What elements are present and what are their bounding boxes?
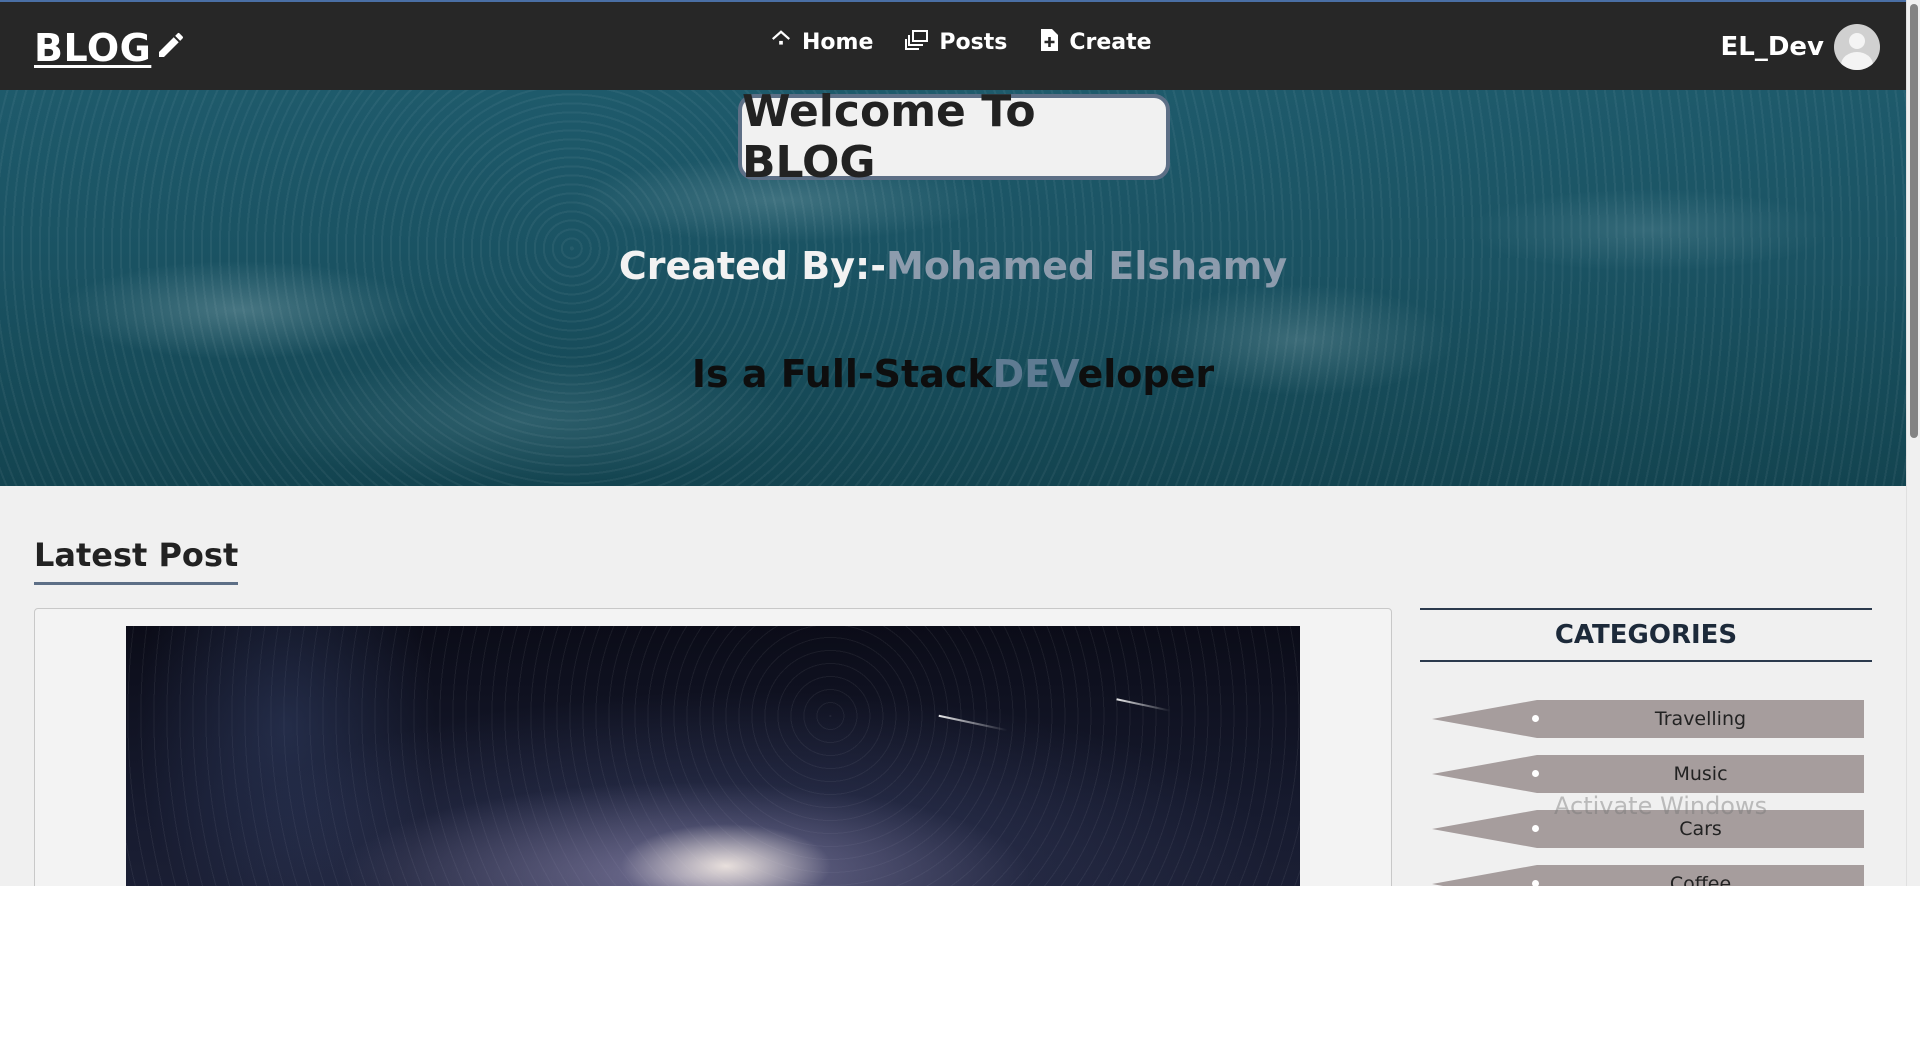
nav-links: Home Posts Create: [770, 28, 1184, 55]
category-label: Travelling: [1654, 708, 1747, 730]
avatar[interactable]: [1834, 24, 1880, 70]
pencil-icon: [159, 32, 184, 57]
scrollbar-thumb[interactable]: [1910, 4, 1918, 438]
nav-create-label: Create: [1069, 30, 1152, 55]
created-by: Created By:-Mohamed Elshamy: [0, 244, 1906, 288]
browser-viewport: BLOG Home Posts Create EL_Dev Welcome To…: [0, 0, 1920, 886]
created-prefix: Created By:-: [618, 244, 887, 288]
logo-link[interactable]: BLOG: [34, 26, 187, 70]
nav-posts-label: Posts: [939, 30, 1008, 55]
category-label: Cars: [1679, 818, 1722, 840]
nav-home-link[interactable]: Home: [770, 29, 874, 55]
categories-title: CATEGORIES: [1554, 620, 1738, 650]
user-menu[interactable]: EL_Dev: [1720, 24, 1880, 70]
tagline: Is a Full-StackDEVeloper: [0, 352, 1906, 396]
post-image[interactable]: [126, 626, 1300, 886]
author-name: Mohamed Elshamy: [886, 244, 1288, 288]
hero-banner: Welcome To BLOG Created By:-Mohamed Elsh…: [0, 86, 1906, 486]
categories-header: CATEGORIES: [1420, 608, 1872, 662]
welcome-box: Welcome To BLOG: [738, 86, 1170, 188]
tagline-after: eloper: [1077, 352, 1215, 396]
posts-icon: [905, 29, 929, 51]
activate-windows-watermark: Activate Windows: [1554, 792, 1768, 820]
vertical-scrollbar[interactable]: [1906, 0, 1920, 886]
category-item-coffee[interactable]: Coffee: [1432, 865, 1864, 886]
nav-posts-link[interactable]: Posts: [905, 29, 1008, 55]
create-icon: [1039, 28, 1059, 52]
username: EL_Dev: [1720, 32, 1825, 62]
nav-create-link[interactable]: Create: [1039, 28, 1152, 55]
tagline-highlight: DEV: [992, 352, 1078, 396]
welcome-text: Welcome To BLOG: [742, 86, 1036, 188]
logo-text: BLOG: [34, 26, 152, 70]
category-label: Music: [1673, 763, 1728, 785]
navbar: BLOG Home Posts Create EL_Dev: [0, 2, 1906, 90]
main-content: Latest Post CATEGORIES Travelling Music: [0, 486, 1906, 886]
tagline-before: Is a Full-Stack: [691, 352, 993, 396]
latest-post-heading: Latest Post: [34, 536, 239, 585]
home-icon: [770, 29, 792, 51]
latest-post-card[interactable]: [34, 608, 1392, 886]
category-item-music[interactable]: Music: [1432, 755, 1864, 793]
nav-home-label: Home: [802, 30, 874, 55]
category-item-travelling[interactable]: Travelling: [1432, 700, 1864, 738]
category-label: Coffee: [1669, 873, 1732, 886]
